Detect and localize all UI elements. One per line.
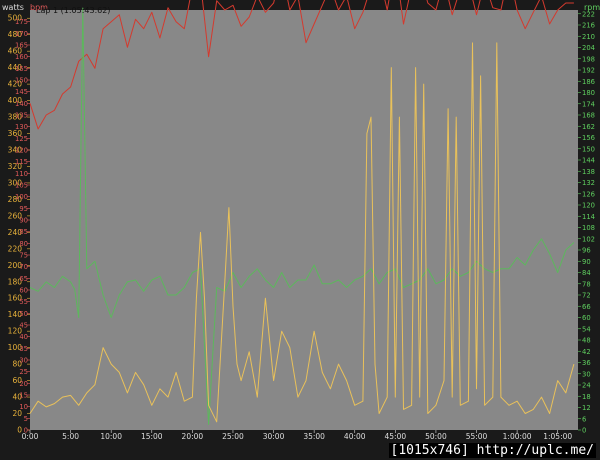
y-tick-label-rpm: 96 bbox=[582, 247, 591, 255]
x-axis: 0:00 5:00 10:00 15:00 20:00 25:00 30:00 35:00 40… bbox=[22, 430, 572, 441]
y-tick-label-bpm: 125 bbox=[15, 135, 28, 143]
y-tick-label-rpm: 42 bbox=[582, 348, 591, 356]
y-tick-label-bpm: 170 bbox=[15, 30, 28, 38]
x-tick-label: 10:00 bbox=[100, 432, 122, 441]
y-tick-label-bpm: 130 bbox=[15, 123, 28, 131]
y-tick-label-bpm: 45 bbox=[19, 322, 28, 330]
y-tick-label-rpm: 210 bbox=[582, 33, 595, 41]
y-tick-label-bpm: 85 bbox=[19, 228, 28, 236]
y-tick-label-bpm: 70 bbox=[19, 263, 28, 271]
y-tick-label-bpm: 100 bbox=[15, 193, 28, 201]
y-tick-label-rpm: 126 bbox=[582, 190, 595, 198]
y-tick-label-bpm: 150 bbox=[15, 77, 28, 85]
y-tick-label-rpm: 162 bbox=[582, 123, 595, 131]
y-tick-label-rpm: 132 bbox=[582, 179, 595, 187]
x-tick-label: 40:00 bbox=[344, 432, 366, 441]
y-tick-label-bpm: 95 bbox=[19, 205, 28, 213]
y-tick-label-rpm: 108 bbox=[582, 224, 595, 232]
y-tick-label-rpm: 180 bbox=[582, 89, 595, 97]
chart-title: Lap 1 (1:05:43.62) bbox=[36, 6, 110, 15]
y-tick-label-bpm: 25 bbox=[19, 368, 28, 376]
x-tick-label: 15:00 bbox=[141, 432, 163, 441]
y-tick-label-rpm: 36 bbox=[582, 359, 591, 367]
x-tick-label: 1:05:00 bbox=[543, 432, 572, 441]
y-tick-label-bpm: 50 bbox=[19, 310, 28, 318]
x-tick-label: 20:00 bbox=[182, 432, 204, 441]
y-tick-label-rpm: 66 bbox=[582, 303, 591, 311]
y-tick-label-rpm: 156 bbox=[582, 134, 595, 142]
y-tick-label-bpm: 110 bbox=[15, 170, 28, 178]
y-tick-label-rpm: 216 bbox=[582, 22, 595, 30]
y-axis-title-watts: watts bbox=[2, 3, 24, 12]
y-tick-label-bpm: 115 bbox=[15, 158, 28, 166]
x-tick-label: 50:00 bbox=[425, 432, 447, 441]
y-tick-label-rpm: 18 bbox=[582, 393, 591, 401]
y-tick-label-rpm: 150 bbox=[582, 145, 595, 153]
y-tick-label-rpm: 192 bbox=[582, 67, 595, 75]
x-tick-label: 25:00 bbox=[222, 432, 244, 441]
y-axis-rpm: 0 6 12 18 24 30 36 42 48 54 60 66 72 78 84 90 96 102 108 11… bbox=[578, 3, 600, 435]
y-tick-label-rpm: 0 bbox=[582, 427, 586, 435]
y-tick-label-rpm: 78 bbox=[582, 280, 591, 288]
y-tick-label-rpm: 204 bbox=[582, 44, 595, 52]
y-tick-label-bpm: 155 bbox=[15, 65, 28, 73]
x-tick-label: 55:00 bbox=[466, 432, 488, 441]
y-tick-label-rpm: 186 bbox=[582, 78, 595, 86]
y-tick-label-rpm: 198 bbox=[582, 55, 595, 63]
y-axis-title-rpm: rpm bbox=[584, 3, 600, 12]
x-tick-label: 35:00 bbox=[303, 432, 325, 441]
y-tick-label-bpm: 80 bbox=[19, 240, 28, 248]
y-tick-label-bpm: 105 bbox=[15, 182, 28, 190]
y-tick-label-bpm: 35 bbox=[19, 345, 28, 353]
y-tick-label-rpm: 60 bbox=[582, 314, 591, 322]
y-tick-label-bpm: 55 bbox=[19, 298, 28, 306]
y-tick-label-bpm: 145 bbox=[15, 88, 28, 96]
x-tick-label: 30:00 bbox=[263, 432, 285, 441]
y-tick-label-rpm: 144 bbox=[582, 157, 595, 165]
y-tick-label-rpm: 24 bbox=[582, 382, 591, 390]
y-tick-label-rpm: 168 bbox=[582, 112, 595, 120]
x-tick-label: 1:00:00 bbox=[503, 432, 532, 441]
y-tick-label-rpm: 48 bbox=[582, 337, 591, 345]
x-tick-label: 5:00 bbox=[62, 432, 79, 441]
y-tick-label-rpm: 114 bbox=[582, 213, 595, 221]
chart: 0204060801001201401601802002202402602803… bbox=[2, 0, 600, 441]
y-tick-label-bpm: 75 bbox=[19, 252, 28, 260]
y-tick-label-bpm: 60 bbox=[19, 287, 28, 295]
y-tick-label-bpm: 40 bbox=[19, 333, 28, 341]
y-tick-label-bpm: 175 bbox=[15, 18, 28, 26]
y-tick-label-rpm: 138 bbox=[582, 168, 595, 176]
y-tick-label-bpm: 5 bbox=[24, 415, 28, 423]
y-tick-label-rpm: 120 bbox=[582, 202, 595, 210]
x-tick-label: 0:00 bbox=[22, 432, 39, 441]
image-caption: [1015x746] http://uplc.me/ bbox=[388, 443, 596, 458]
y-tick-label-rpm: 84 bbox=[582, 269, 591, 277]
plot-background bbox=[30, 10, 578, 430]
x-tick-label: 45:00 bbox=[385, 432, 407, 441]
y-tick-label-bpm: 15 bbox=[19, 392, 28, 400]
y-tick-label-rpm: 90 bbox=[582, 258, 591, 266]
y-tick-label-rpm: 30 bbox=[582, 370, 591, 378]
y-tick-label-bpm: 65 bbox=[19, 275, 28, 283]
y-tick-label-rpm: 102 bbox=[582, 235, 595, 243]
y-tick-label-bpm: 90 bbox=[19, 217, 28, 225]
y-tick-label-bpm: 30 bbox=[19, 357, 28, 365]
y-tick-label-bpm: 165 bbox=[15, 42, 28, 50]
y-tick-label-bpm: 10 bbox=[19, 403, 28, 411]
y-tick-label-rpm: 12 bbox=[582, 404, 591, 412]
y-tick-label-rpm: 174 bbox=[582, 100, 595, 108]
y-tick-label-bpm: 160 bbox=[15, 53, 28, 61]
y-tick-label-rpm: 54 bbox=[582, 325, 591, 333]
y-tick-label-bpm: 140 bbox=[15, 100, 28, 108]
y-tick-label-bpm: 135 bbox=[15, 112, 28, 120]
y-tick-label-rpm: 6 bbox=[582, 415, 586, 423]
y-tick-label-bpm: 20 bbox=[19, 380, 28, 388]
y-tick-label-rpm: 72 bbox=[582, 292, 591, 300]
y-tick-label-bpm: 120 bbox=[15, 147, 28, 155]
